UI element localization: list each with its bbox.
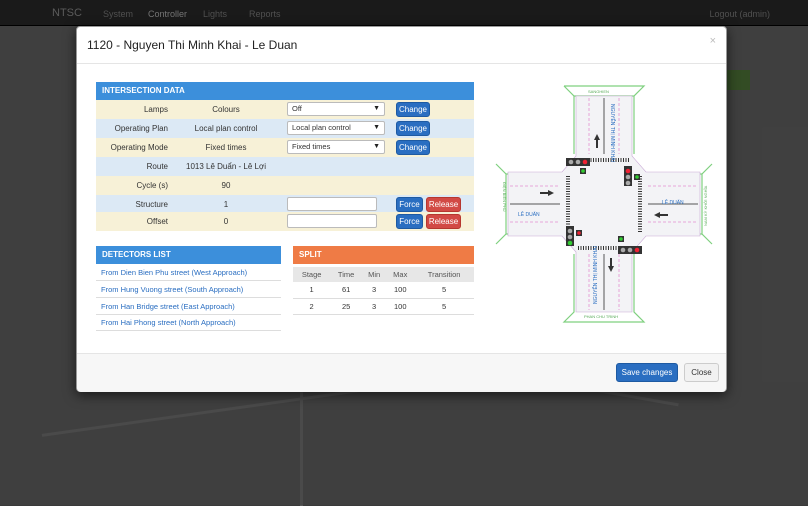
table-row: 1 61 3 100 5 [293, 282, 474, 299]
intersection-diagram: LÊ DUẨN LÊ DUẨN NGUYỄN THỊ MINH KHAI NGU… [495, 85, 713, 323]
label-cycle: Cycle (s) [136, 181, 168, 190]
split-cell: 100 [386, 298, 415, 315]
value-cycle: 90 [221, 181, 231, 190]
split-cell: 1 [293, 282, 331, 299]
split-cell: 61 [330, 282, 362, 299]
label-lamps: Lamps [143, 105, 168, 114]
value-structure: 1 [223, 200, 229, 209]
close-button[interactable]: Close [684, 363, 719, 382]
row-cycle: Cycle (s) 90 [96, 176, 474, 195]
label-structure: Structure [135, 200, 168, 209]
value-route: 1013 Lê Duẩn - Lê Lợi [186, 162, 266, 171]
lamps-change-button[interactable]: Change [396, 102, 430, 117]
label-operating-plan: Operating Plan [114, 124, 168, 133]
detectors-list-heading: DETECTORS LIST [96, 246, 281, 264]
split-col-min: Min [361, 267, 387, 282]
modal-header: 1120 - Nguyen Thi Minh Khai - Le Duan × [77, 27, 726, 64]
lamps-select-value: Off [292, 104, 302, 113]
split-cell: 5 [414, 282, 474, 299]
table-row: 2 25 3 100 5 [293, 298, 474, 315]
value-offset: 0 [223, 217, 229, 226]
detector-item-north[interactable]: From Hai Phong street (North Approach) [96, 315, 281, 331]
split-cell: 25 [330, 298, 362, 315]
detector-item-west[interactable]: From Dien Bien Phu street (West Approach… [96, 265, 281, 281]
offset-force-button[interactable]: Force [396, 214, 423, 229]
east-street-label: NAM KỲ KHỞI NGHĨA [703, 185, 708, 226]
operating-plan-select[interactable]: Local plan control ▼ [287, 121, 385, 135]
east-road-label: LÊ DUẨN [662, 198, 684, 206]
label-route: Route [146, 162, 168, 171]
label-offset: Offset [146, 217, 168, 226]
detector-item-east[interactable]: From Han Bridge street (East Approach) [96, 299, 281, 315]
split-cell: 2 [293, 298, 331, 315]
row-route: Route 1013 Lê Duẩn - Lê Lợi [96, 157, 474, 176]
value-lamps: Colours [212, 105, 240, 114]
detector-item-south[interactable]: From Hung Vuong street (South Approach) [96, 282, 281, 298]
value-operating-plan: Local plan control [194, 124, 258, 133]
structure-force-button[interactable]: Force [396, 197, 423, 212]
north-street-label: SANGHIEN [588, 89, 609, 94]
south-street-label: PHAN CHU TRINH [584, 314, 618, 319]
split-col-max: Max [386, 267, 415, 282]
modal-footer: Save changes Close [77, 353, 726, 392]
row-offset: Offset 0 Force Release [96, 212, 474, 231]
close-icon[interactable]: × [710, 35, 716, 47]
split-col-time: Time [330, 267, 362, 282]
split-col-stage: Stage [293, 267, 331, 282]
chevron-down-icon: ▼ [373, 124, 380, 131]
operating-mode-select[interactable]: Fixed times ▼ [287, 140, 385, 154]
chevron-down-icon: ▼ [373, 143, 380, 150]
split-cell: 100 [386, 282, 415, 299]
split-cell: 5 [414, 298, 474, 315]
operating-mode-change-button[interactable]: Change [396, 140, 430, 155]
save-changes-button[interactable]: Save changes [616, 363, 678, 382]
west-street-label: ĐIỆN BIÊN PHỦ [502, 182, 507, 212]
label-operating-mode: Operating Mode [110, 143, 168, 152]
row-operating-mode: Operating Mode Fixed times Fixed times ▼ … [96, 138, 474, 157]
split-table: Stage Time Min Max Transition 1 61 3 100… [293, 267, 474, 315]
split-cell: 3 [361, 282, 387, 299]
structure-input[interactable] [287, 197, 377, 211]
intersection-data-heading: INTERSECTION DATA [96, 82, 474, 100]
offset-release-button[interactable]: Release [426, 214, 461, 229]
offset-input[interactable] [287, 214, 377, 228]
split-heading: SPLIT [293, 246, 474, 264]
west-road-label: LÊ DUẨN [518, 210, 540, 218]
operating-plan-change-button[interactable]: Change [396, 121, 430, 136]
row-lamps: Lamps Colours Off ▼ Change [96, 100, 474, 119]
south-road-label: NGUYỄN THỊ MINH KHAI [592, 246, 599, 304]
lamps-select[interactable]: Off ▼ [287, 102, 385, 116]
split-cell: 3 [361, 298, 387, 315]
row-operating-plan: Operating Plan Local plan control Local … [96, 119, 474, 138]
split-col-transition: Transition [414, 267, 474, 282]
value-operating-mode: Fixed times [205, 143, 247, 152]
chevron-down-icon: ▼ [373, 105, 380, 112]
operating-mode-select-value: Fixed times [292, 142, 331, 151]
structure-release-button[interactable]: Release [426, 197, 461, 212]
modal-title: 1120 - Nguyen Thi Minh Khai - Le Duan [87, 38, 298, 52]
split-header-row: Stage Time Min Max Transition [293, 267, 474, 282]
operating-plan-select-value: Local plan control [292, 123, 351, 132]
north-road-label: NGUYỄN THỊ MINH KHAI [609, 104, 616, 162]
